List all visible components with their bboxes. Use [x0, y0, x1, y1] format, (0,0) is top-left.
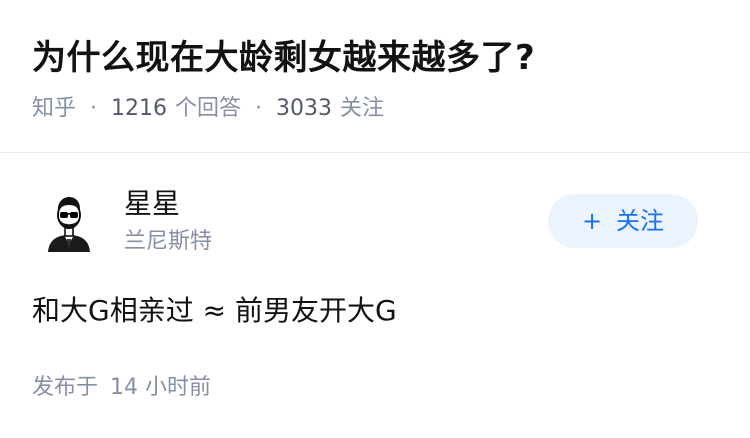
divider [0, 152, 750, 153]
question-meta: 知乎 · 1216 个回答 · 3033 关注 [32, 90, 730, 128]
answers-label[interactable]: 个回答 [175, 96, 241, 121]
author-bio: 兰尼斯特 [124, 229, 213, 254]
followers-label: 关注 [340, 96, 385, 121]
follow-label: 关注 [616, 207, 665, 235]
source-label[interactable]: 知乎 [32, 96, 76, 121]
follow-button[interactable]: + 关注 [548, 194, 698, 248]
answer-content[interactable]: 和大G相亲过 ≈ 前男友开大G [32, 288, 718, 334]
question-title[interactable]: 为什么现在大龄剩女越来越多了? [32, 28, 730, 88]
followers-count: 3033 [276, 96, 333, 121]
author-card: 星星 兰尼斯特 + 关注 [32, 184, 698, 264]
meta-separator: · [90, 96, 98, 121]
post-time: 发布于 14 小时前 [32, 370, 211, 406]
meta-separator: · [255, 96, 263, 121]
avatar-graphic [48, 197, 90, 252]
plus-icon: + [581, 207, 603, 235]
posted-label: 发布于 [32, 375, 99, 400]
question-header: 为什么现在大龄剩女越来越多了? 知乎 · 1216 个回答 · 3033 关注 [32, 28, 730, 128]
sunglasses-man-icon[interactable] [40, 194, 98, 252]
answers-count: 1216 [111, 96, 168, 121]
author-name[interactable]: 星星 [124, 184, 180, 224]
posted-time: 14 小时前 [110, 375, 212, 400]
